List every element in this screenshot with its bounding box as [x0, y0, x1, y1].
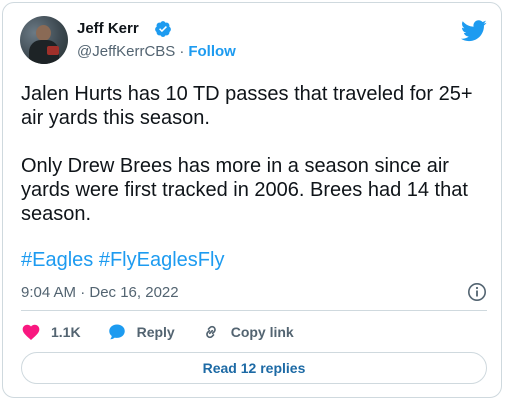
copy-link-label: Copy link	[230, 324, 294, 340]
link-icon	[205, 325, 216, 339]
hashtag-eagles[interactable]: #Eagles	[21, 249, 93, 271]
separator-dot: ·	[179, 43, 185, 60]
handle-row: @JeffKerrCBS · Follow	[77, 43, 236, 61]
like-button[interactable]: 1.1K	[21, 322, 81, 342]
reply-bubble-icon	[108, 324, 125, 340]
reply-button[interactable]: Reply	[107, 322, 175, 342]
verified-badge-icon	[155, 21, 171, 37]
follow-button[interactable]: Follow	[188, 43, 236, 60]
twitter-bird-icon[interactable]	[461, 20, 487, 42]
divider	[21, 310, 487, 311]
copy-link-button[interactable]: Copy link	[201, 322, 294, 342]
tweet-card: Jeff Kerr @JeffKerrCBS · Follow Jalen Hurt…	[2, 2, 502, 398]
action-bar: 1.1K Reply Copy link	[21, 321, 320, 343]
tweet-paragraph-1: Jalen Hurts has 10 TD passes that travel…	[21, 83, 473, 129]
tweet-timestamp[interactable]: 9:04 AM · Dec 16, 2022	[21, 284, 179, 302]
avatar[interactable]	[20, 16, 68, 64]
hashtags: #Eagles #FlyEaglesFly	[21, 248, 224, 272]
heart-icon	[22, 324, 40, 340]
like-count: 1.1K	[51, 324, 81, 340]
tweet-paragraph-2: Only Drew Brees has more in a season sin…	[21, 155, 468, 225]
reply-label: Reply	[136, 324, 175, 340]
author-name[interactable]: Jeff Kerr	[77, 20, 139, 38]
read-replies-button[interactable]: Read 12 replies	[21, 352, 487, 384]
author-handle[interactable]: @JeffKerrCBS	[77, 43, 175, 60]
hashtag-flyeaglesfly[interactable]: #FlyEaglesFly	[99, 249, 225, 271]
avatar-head	[36, 25, 51, 41]
info-icon[interactable]	[467, 282, 487, 302]
avatar-detail	[47, 46, 59, 55]
tweet-text: Jalen Hurts has 10 TD passes that travel…	[21, 82, 481, 226]
